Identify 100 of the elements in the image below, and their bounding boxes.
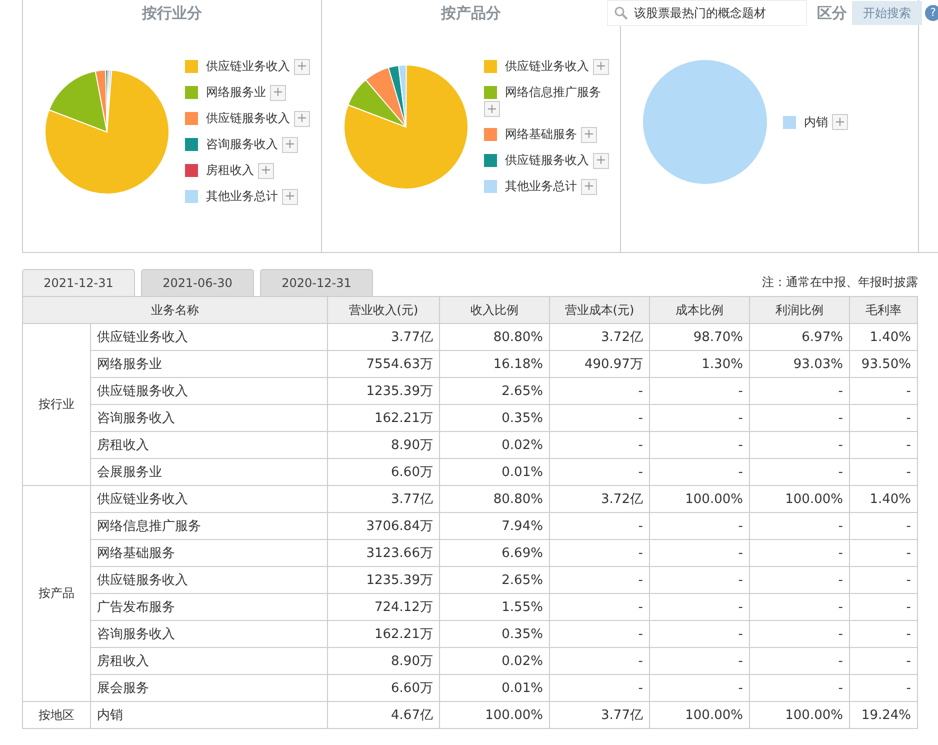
table-cell: 1.30% — [649, 350, 750, 378]
table-cell: 162.21万 — [327, 404, 440, 432]
table-cell: 房租收入 — [90, 648, 328, 674]
search-button[interactable]: 开始搜索 — [852, 1, 922, 25]
expand-button[interactable]: + — [484, 101, 500, 117]
table-cell: - — [749, 432, 850, 458]
table-cell: 0.02% — [439, 648, 550, 674]
table-cell: - — [849, 458, 918, 486]
column-header: 成本比例 — [649, 296, 750, 324]
table-cell: - — [549, 540, 650, 566]
table-cell: 2.65% — [439, 566, 550, 594]
legend-label: 网络基础服务 — [505, 126, 577, 143]
table-cell: 供应链业务收入 — [90, 324, 328, 350]
table-cell: 100.00% — [649, 486, 750, 512]
legend-label: 咨询服务收入 — [206, 136, 278, 153]
table-cell: - — [749, 512, 850, 540]
column-header: 利润比例 — [749, 296, 850, 324]
table-cell: 网络服务业 — [90, 350, 328, 378]
table-cell: 16.18% — [439, 350, 550, 378]
help-icon[interactable]: ? — [925, 5, 938, 21]
expand-button[interactable]: + — [282, 188, 298, 204]
expand-button[interactable]: + — [581, 178, 597, 194]
expand-button[interactable]: + — [593, 58, 609, 74]
table-cell: 0.02% — [439, 432, 550, 458]
table-cell: 6.60万 — [327, 674, 440, 702]
expand-button[interactable]: + — [258, 162, 274, 178]
table-cell: - — [649, 620, 750, 648]
column-header: 业务名称 — [22, 296, 328, 324]
expand-button[interactable]: + — [294, 58, 310, 74]
table-cell: 3.72亿 — [549, 486, 650, 512]
expand-button[interactable]: + — [593, 152, 609, 168]
table-cell: 房租收入 — [90, 432, 328, 458]
expand-button[interactable]: + — [282, 136, 298, 152]
table-cell: - — [649, 432, 750, 458]
date-tab[interactable]: 2021-06-30 — [141, 269, 254, 296]
table-cell: 724.12万 — [327, 594, 440, 620]
table-cell: - — [849, 648, 918, 674]
table-cell: 3.77亿 — [549, 702, 650, 728]
legend-label: 内销 — [804, 114, 828, 130]
table-cell: 1.55% — [439, 594, 550, 620]
table-cell: 7.94% — [439, 512, 550, 540]
column-header: 营业成本(元) — [549, 296, 650, 324]
table-cell: 广告发布服务 — [90, 594, 328, 620]
group-cell: 按地区 — [22, 702, 90, 728]
table-cell: 1.40% — [849, 324, 918, 350]
table-cell: 供应链服务收入 — [90, 378, 328, 404]
table-cell: 0.01% — [439, 674, 550, 702]
column-header: 收入比例 — [439, 296, 550, 324]
date-tab[interactable]: 2021-12-31 — [22, 269, 135, 296]
table-cell: - — [749, 620, 850, 648]
table-cell: - — [549, 404, 650, 432]
expand-button[interactable]: + — [832, 114, 848, 130]
table-cell: 内销 — [90, 702, 328, 728]
group-cell: 按产品 — [22, 486, 90, 702]
group-cell: 按行业 — [22, 324, 90, 486]
table-cell: 3.77亿 — [327, 324, 440, 350]
table-cell: - — [849, 378, 918, 404]
search-field[interactable]: 该股票最热门的概念题材 — [607, 0, 807, 26]
table-cell: - — [549, 620, 650, 648]
expand-button[interactable]: + — [270, 84, 286, 100]
table-cell: 网络基础服务 — [90, 540, 328, 566]
table-cell: - — [849, 512, 918, 540]
table-cell: - — [549, 594, 650, 620]
table-cell: 100.00% — [649, 702, 750, 728]
search-icon — [614, 6, 628, 20]
legend-label: 供应链服务收入 — [505, 152, 589, 169]
table-cell: 80.80% — [439, 486, 550, 512]
table-cell: 0.35% — [439, 620, 550, 648]
table-cell: 7554.63万 — [327, 350, 440, 378]
table-cell: 93.50% — [849, 350, 918, 378]
table-cell: - — [749, 540, 850, 566]
chart-title: 按行业分 — [140, 3, 203, 24]
legend-label: 供应链业务收入 — [206, 58, 290, 75]
expand-button[interactable]: + — [294, 110, 310, 126]
column-header: 毛利率 — [849, 296, 918, 324]
table-cell: - — [849, 594, 918, 620]
table-cell: - — [749, 458, 850, 486]
table-cell: - — [749, 404, 850, 432]
table-cell: 供应链服务收入 — [90, 566, 328, 594]
table-cell: 2.65% — [439, 378, 550, 404]
table-cell: 3.77亿 — [327, 486, 440, 512]
chart-title: 按产品分 — [440, 3, 502, 24]
table-cell: - — [749, 594, 850, 620]
table-cell: - — [849, 674, 918, 702]
table-cell: - — [849, 620, 918, 648]
table-cell: - — [749, 648, 850, 674]
date-tab[interactable]: 2020-12-31 — [260, 269, 373, 296]
table-cell: - — [849, 540, 918, 566]
table-cell: - — [649, 404, 750, 432]
table-cell: 100.00% — [439, 702, 550, 728]
table-cell: 162.21万 — [327, 620, 440, 648]
table-cell: 咨询服务收入 — [90, 620, 328, 648]
table-cell: 3123.66万 — [327, 540, 440, 566]
table-cell: - — [849, 432, 918, 458]
table-cell: 1235.39万 — [327, 378, 440, 404]
table-cell: 展会服务 — [90, 674, 328, 702]
table-cell: 咨询服务收入 — [90, 404, 328, 432]
expand-button[interactable]: + — [581, 126, 597, 142]
table-cell: - — [849, 566, 918, 594]
table-cell: 6.60万 — [327, 458, 440, 486]
